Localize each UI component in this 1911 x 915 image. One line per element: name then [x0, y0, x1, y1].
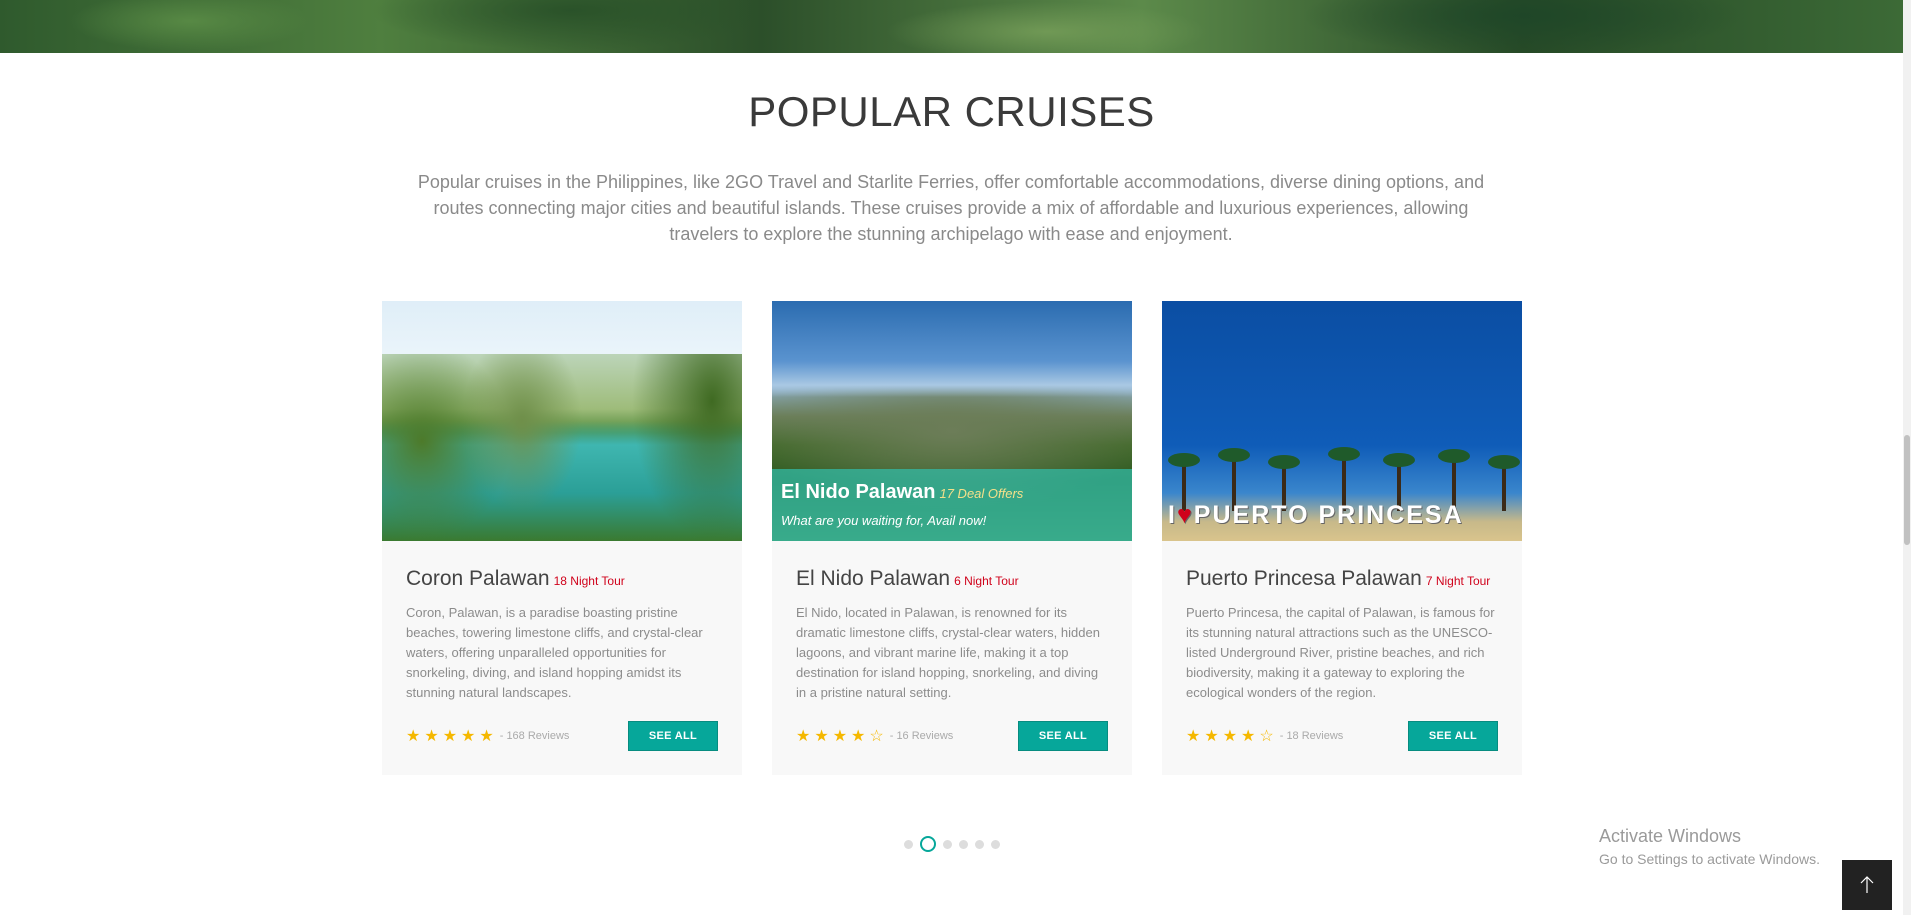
image-overlay: El Nido Palawan 17 Deal Offers What are y… — [772, 469, 1132, 541]
cruise-description: Puerto Princesa, the capital of Palawan,… — [1186, 605, 1495, 700]
carousel-dot[interactable] — [958, 839, 968, 849]
overlay-offers: 17 Deal Offers — [939, 486, 1024, 501]
star-icon: ★ — [814, 728, 829, 745]
section-intro: Popular cruises in the Philippines, like… — [417, 172, 1485, 244]
star-outline-icon: ☆ — [1259, 728, 1274, 745]
activation-title: Activate Windows — [1599, 826, 1742, 846]
palm-tree — [1488, 455, 1520, 511]
star-icon: ★ — [424, 728, 439, 745]
carousel-dot-active[interactable] — [919, 836, 936, 852]
overlay-subtitle: What are you waiting for, Avail now! — [781, 513, 987, 528]
windows-activation-notice: Activate Windows Go to Settings to activ… — [1599, 826, 1820, 867]
star-icon: ★ — [461, 728, 476, 745]
star-icon: ★ — [1241, 728, 1256, 745]
cruise-name[interactable]: Coron Palawan — [406, 567, 550, 590]
hero-banner-image — [0, 0, 1903, 53]
overlay-title-text: El Nido Palawan — [781, 481, 936, 503]
carousel-dot[interactable] — [990, 839, 1000, 849]
rating-stars: ★ ★ ★ ★ ☆ - 18 Reviews — [1186, 726, 1343, 746]
star-icon: ★ — [851, 728, 866, 745]
review-count: - 18 Reviews — [1279, 730, 1344, 742]
cruise-description: El Nido, located in Palawan, is renowned… — [796, 605, 1100, 700]
see-all-button[interactable]: SEE ALL — [1407, 721, 1498, 751]
cruise-image[interactable]: I♥PUERTO PRINCESA — [1162, 301, 1522, 541]
cruise-image[interactable] — [382, 301, 742, 541]
cruise-image[interactable]: El Nido Palawan 17 Deal Offers What are y… — [772, 301, 1132, 541]
sign-text: PUERTO PRINCESA — [1193, 501, 1464, 529]
scrollbar-thumb[interactable] — [1904, 435, 1910, 545]
city-sign: I♥PUERTO PRINCESA — [1168, 501, 1464, 530]
star-icon: ★ — [406, 728, 421, 745]
cruise-description: Coron, Palawan, is a paradise boasting p… — [406, 605, 703, 700]
arrow-up-icon — [1860, 876, 1874, 893]
cruise-name[interactable]: Puerto Princesa Palawan — [1186, 567, 1422, 590]
see-all-button[interactable]: SEE ALL — [627, 721, 718, 751]
cruise-card: El Nido Palawan 17 Deal Offers What are y… — [772, 301, 1132, 775]
overlay-title: El Nido Palawan 17 Deal Offers — [781, 481, 1023, 504]
activation-subtitle: Go to Settings to activate Windows. — [1599, 851, 1820, 867]
star-icon: ★ — [479, 728, 494, 745]
review-count: - 168 Reviews — [499, 730, 570, 742]
cruise-title[interactable]: Coron Palawan 18 Night Tour — [406, 567, 718, 593]
tour-tag: 18 Night Tour — [553, 574, 625, 588]
cruise-title[interactable]: El Nido Palawan 6 Night Tour — [796, 567, 1108, 593]
carousel-dot[interactable] — [942, 839, 952, 849]
see-all-button[interactable]: SEE ALL — [1017, 721, 1108, 751]
star-icon: ★ — [442, 728, 458, 745]
star-outline-icon: ☆ — [869, 728, 884, 745]
tour-tag: 6 Night Tour — [954, 574, 1019, 588]
heart-icon: ♥ — [1176, 501, 1194, 529]
sign-prefix: I — [1168, 501, 1177, 529]
star-icon: ★ — [796, 728, 811, 745]
carousel-dot[interactable] — [974, 839, 984, 849]
cruise-card: Coron Palawan 18 Night Tour Coron, Palawa… — [382, 301, 742, 775]
tour-tag: 7 Night Tour — [1425, 574, 1491, 588]
rating-stars: ★ ★ ★ ★ ★ - 168 Reviews — [406, 726, 569, 746]
rating-stars: ★ ★ ★ ★ ☆ - 16 Reviews — [796, 726, 953, 746]
carousel-dot[interactable] — [903, 839, 913, 849]
star-icon: ★ — [1186, 728, 1201, 745]
section-title: POPULAR CRUISES — [748, 88, 1155, 135]
star-icon: ★ — [1222, 728, 1238, 745]
cruise-card: I♥PUERTO PRINCESA Puerto Princesa Palawa… — [1162, 301, 1522, 775]
back-to-top-button[interactable] — [1842, 860, 1892, 910]
cruise-name[interactable]: El Nido Palawan — [796, 567, 950, 590]
star-icon: ★ — [1204, 728, 1219, 745]
review-count: - 16 Reviews — [889, 730, 954, 742]
page-scrollbar[interactable] — [1903, 0, 1911, 915]
cruise-title[interactable]: Puerto Princesa Palawan 7 Night Tour — [1186, 567, 1498, 593]
star-icon: ★ — [832, 728, 848, 745]
